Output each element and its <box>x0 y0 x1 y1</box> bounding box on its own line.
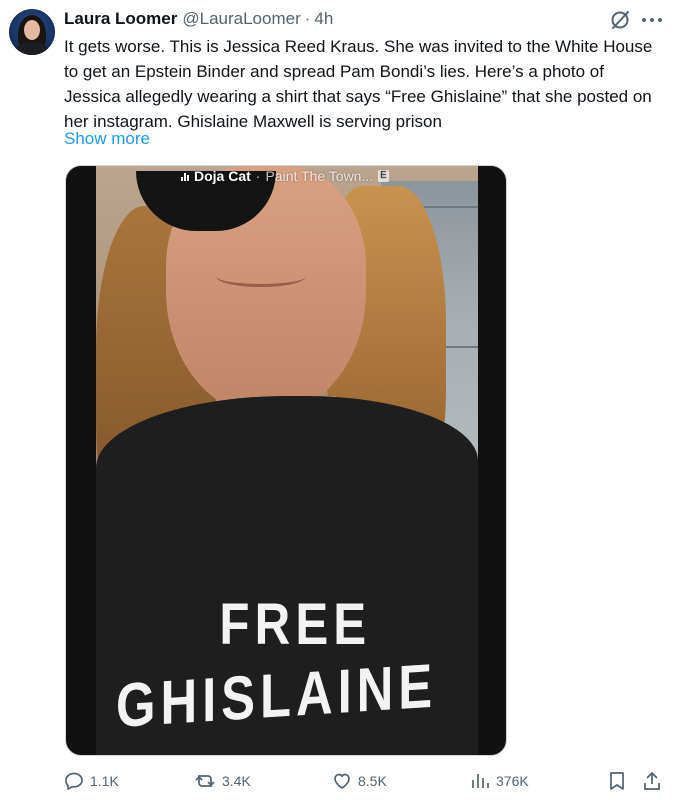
tweet-text: It gets worse. This is Jessica Reed Krau… <box>64 37 653 131</box>
mouth <box>216 266 306 287</box>
share-icon[interactable] <box>642 770 662 792</box>
reply-button[interactable]: 1.1K <box>64 768 119 794</box>
tweet-timestamp[interactable]: 4h <box>314 9 333 29</box>
views-count: 376K <box>496 773 529 789</box>
views-chart-icon <box>472 774 489 788</box>
repost-count: 3.4K <box>222 773 251 789</box>
music-bars-icon <box>181 171 189 181</box>
reply-count: 1.1K <box>90 773 119 789</box>
story-sep: · <box>255 168 261 184</box>
explicit-badge: E <box>378 170 389 182</box>
reply-icon <box>65 772 83 790</box>
bookmark-icon[interactable] <box>608 771 626 791</box>
like-count: 8.5K <box>358 773 387 789</box>
tweet-header: Laura Loomer @LauraLoomer · 4h <box>64 8 333 30</box>
repost-icon <box>195 775 215 787</box>
grok-icon[interactable] <box>609 9 631 31</box>
avatar-face <box>24 20 40 40</box>
tweet-media[interactable]: FREE GHISLAINE Doja Cat · Paint The Town… <box>65 165 507 756</box>
show-more-link[interactable]: Show more <box>64 126 150 151</box>
story-song: Doja Cat <box>194 168 251 184</box>
heart-icon <box>334 773 350 789</box>
header-separator: · <box>304 9 311 28</box>
shirt-text-line1: FREE <box>219 592 372 657</box>
author-name[interactable]: Laura Loomer <box>64 9 177 29</box>
story-track: Paint The Town... <box>265 168 374 184</box>
avatar-body <box>15 42 49 55</box>
more-options-icon[interactable] <box>640 9 664 31</box>
views-button[interactable]: 376K <box>470 768 529 794</box>
action-bar: 1.1K 3.4K 8.5K 376K <box>64 768 664 794</box>
avatar[interactable] <box>9 9 55 55</box>
story-music-bar: Doja Cat · Paint The Town... E <box>181 166 389 186</box>
photo: FREE GHISLAINE Doja Cat · Paint The Town… <box>96 166 478 755</box>
like-button[interactable]: 8.5K <box>332 768 387 794</box>
repost-button[interactable]: 3.4K <box>194 768 251 794</box>
author-handle[interactable]: @LauraLoomer <box>182 9 300 29</box>
